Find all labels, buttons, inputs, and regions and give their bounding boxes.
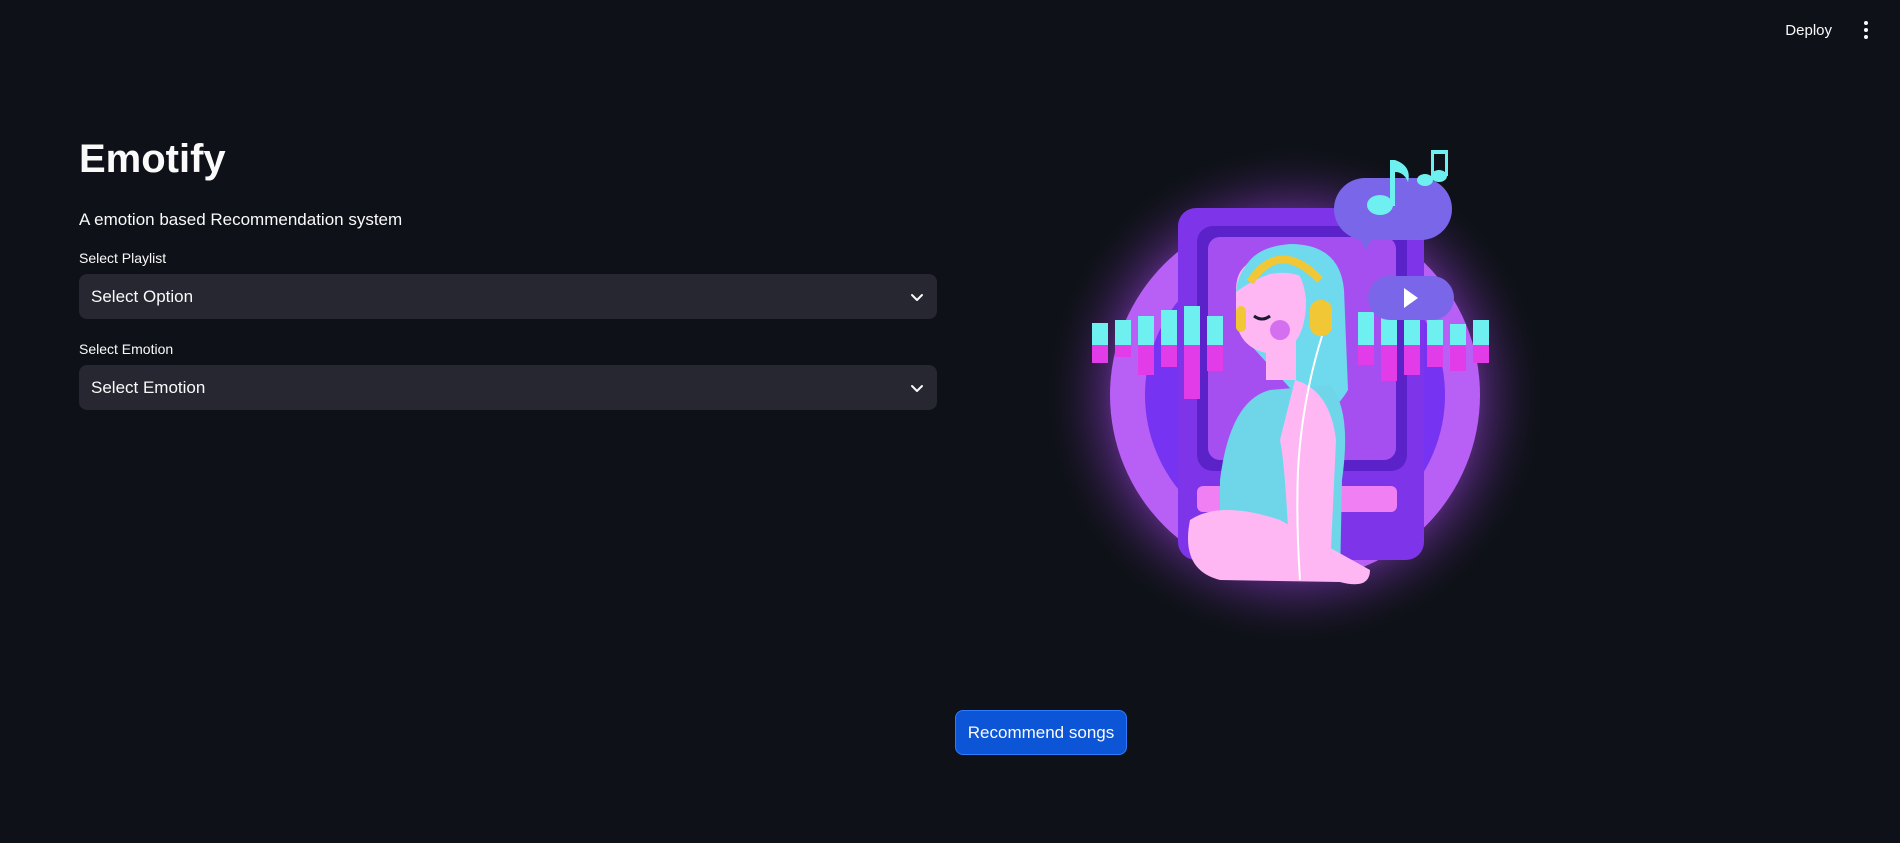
page-subtitle: A emotion based Recommendation system [79, 210, 403, 229]
chevron-down-icon [909, 380, 925, 396]
playlist-label: Select Playlist [79, 250, 167, 266]
playlist-select[interactable]: Select Option [79, 274, 937, 319]
music-listener-illustration [1040, 140, 1560, 660]
form-column: Emotify A emotion based Recommendation s… [79, 130, 937, 410]
page-title: Emotify [79, 137, 226, 181]
playlist-select-value: Select Option [91, 286, 194, 306]
deploy-button[interactable]: Deploy [1777, 16, 1840, 45]
top-toolbar: Deploy [1777, 14, 1878, 46]
recommend-songs-button[interactable]: Recommend songs [955, 710, 1127, 755]
playlist-field: Select Playlist Select Option [79, 248, 937, 319]
kebab-menu-icon[interactable] [1854, 14, 1878, 46]
emotion-select-value: Select Emotion [91, 377, 206, 397]
emotion-label: Select Emotion [79, 341, 174, 357]
app-page: Deploy Emotify A emotion based Recommend… [0, 0, 1900, 843]
play-icon [1368, 276, 1454, 320]
emotion-select[interactable]: Select Emotion [79, 365, 937, 410]
chevron-down-icon [909, 289, 925, 305]
emotion-field: Select Emotion Select Emotion [79, 339, 937, 410]
